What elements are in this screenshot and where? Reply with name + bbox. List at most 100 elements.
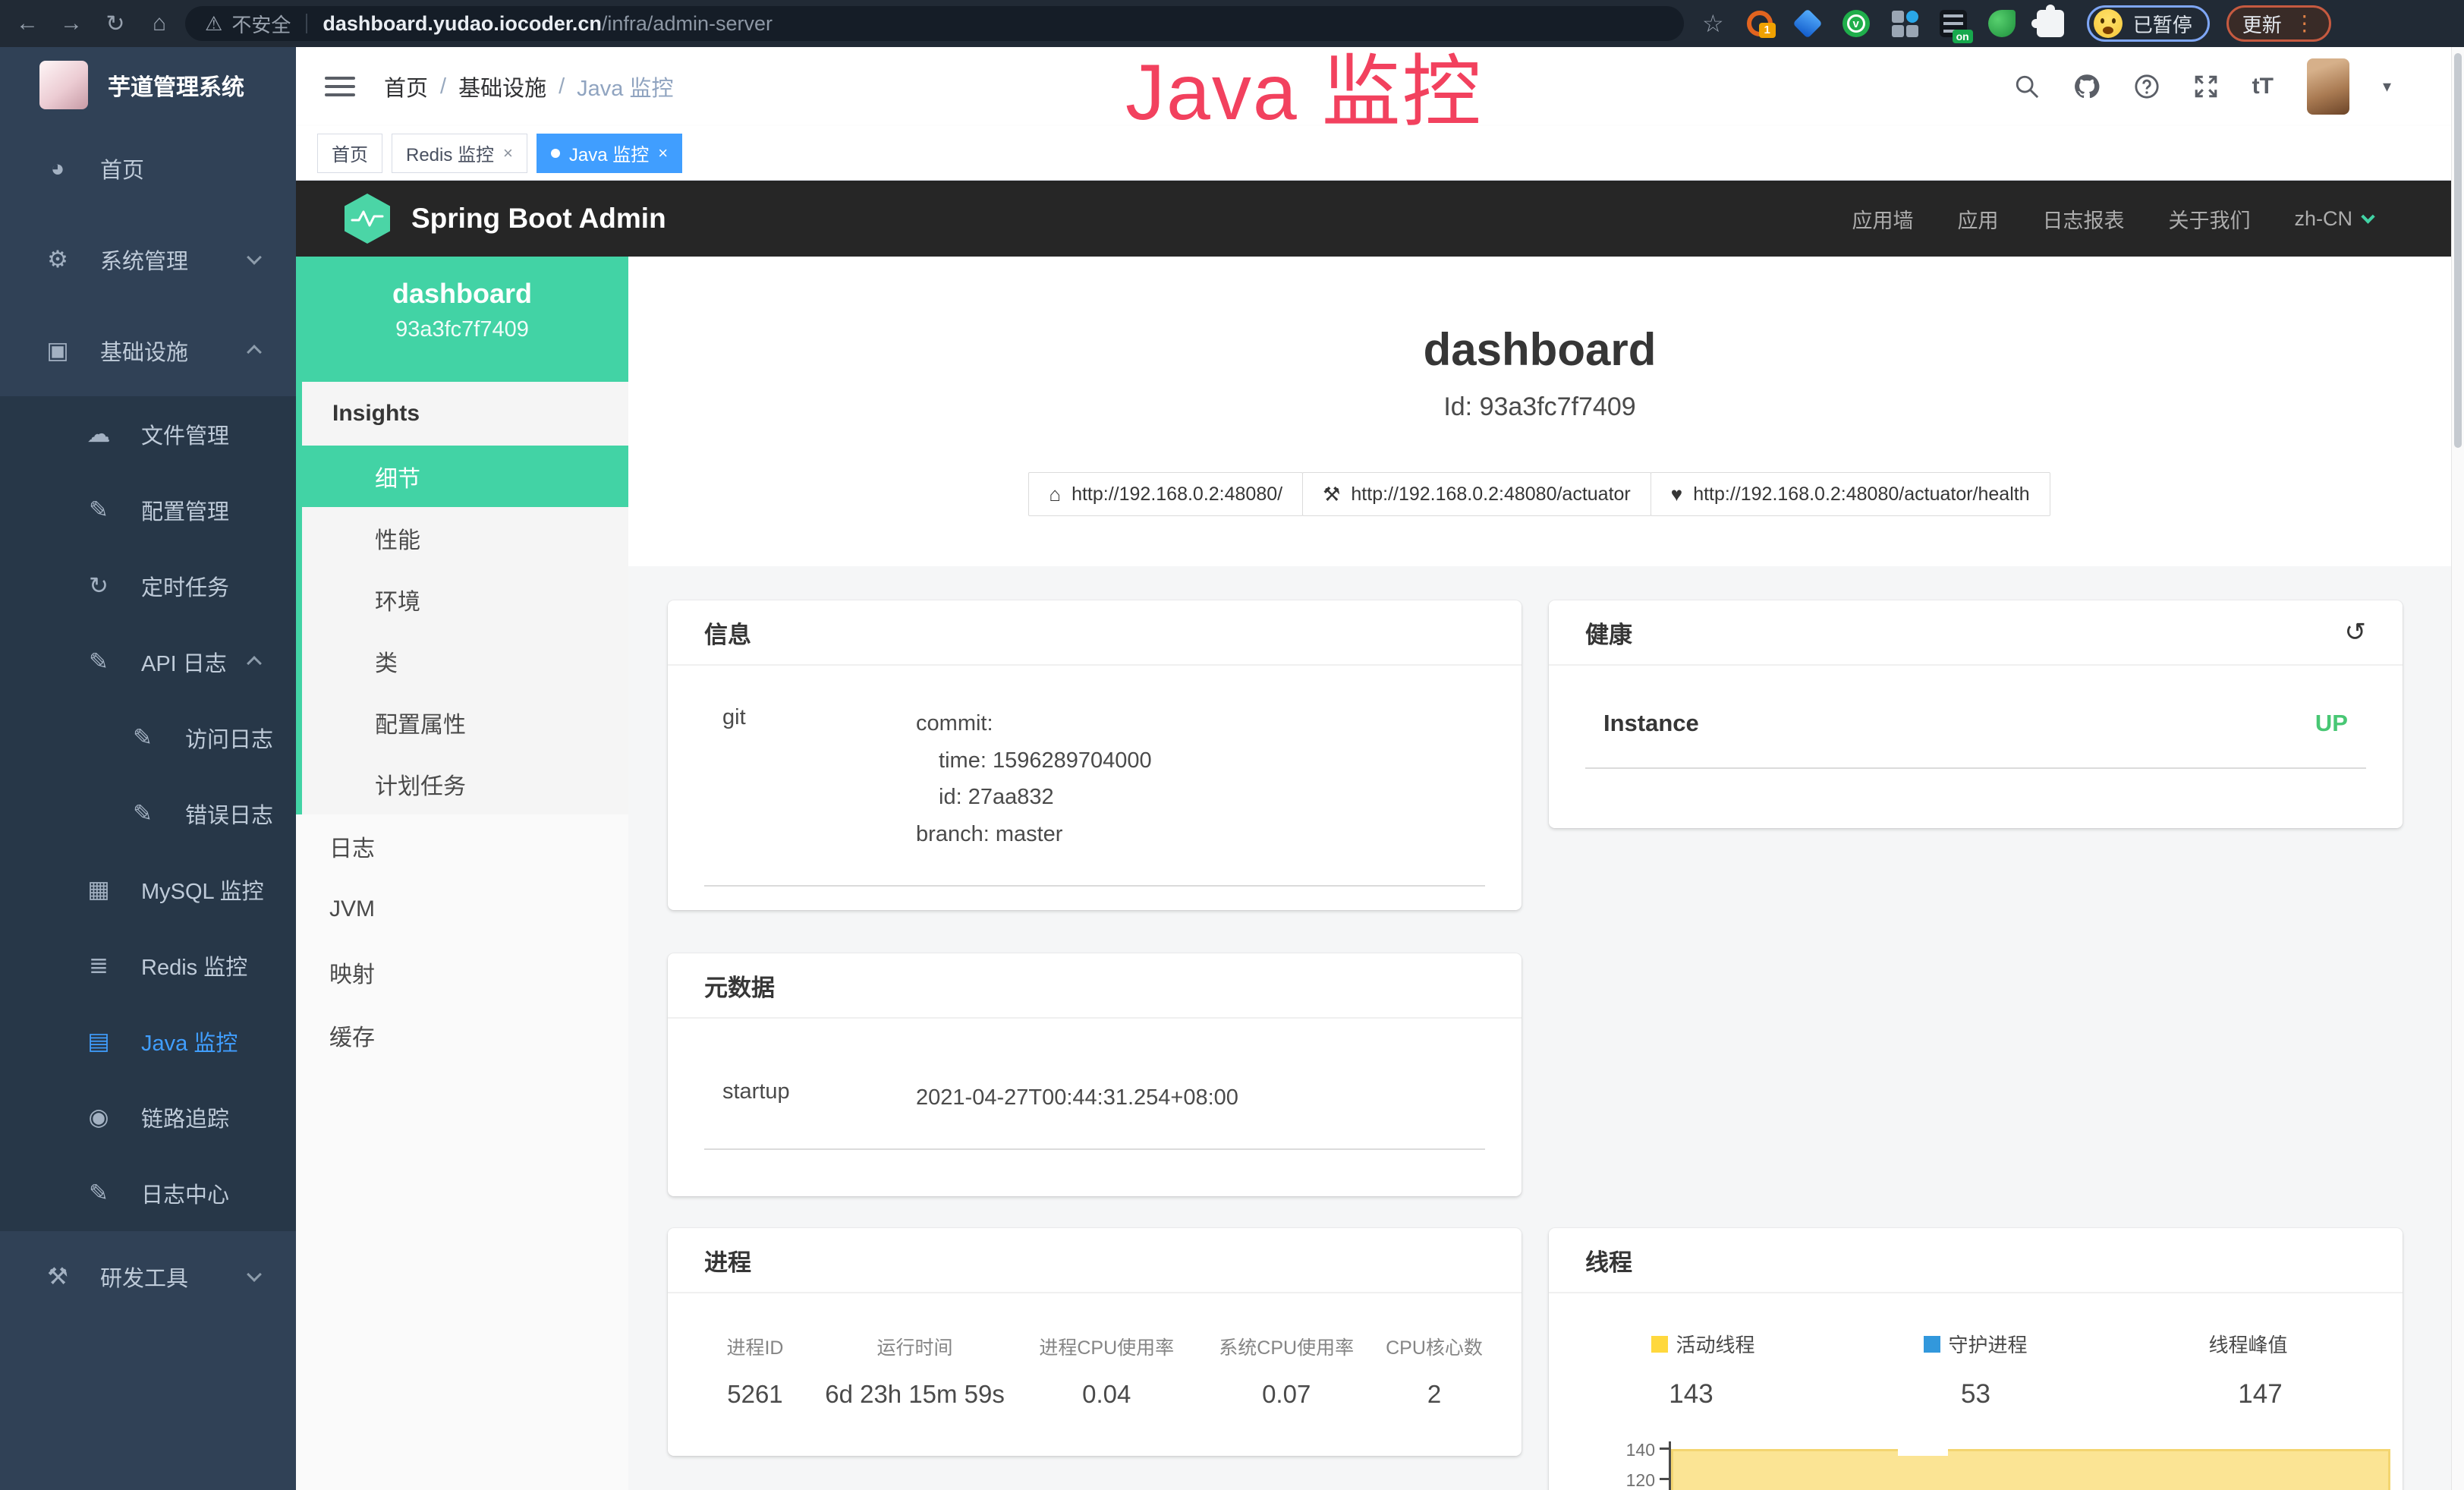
browser-menu-kebab-icon[interactable]: ⋮ [2294,13,2315,34]
sba-item-config-props[interactable]: 配置属性 [302,691,628,753]
sba-item-metrics[interactable]: 性能 [302,507,628,569]
page-scrollbar[interactable] [2451,47,2464,1490]
help-icon[interactable] [2134,74,2160,99]
extension-pin-icon[interactable] [1794,10,1821,37]
service-url-button[interactable]: ⌂ http://192.168.0.2:48080/ [1028,472,1303,516]
extension-colorzilla-icon[interactable]: 1 [1747,11,1773,36]
extension-green-icon[interactable]: v [1842,10,1870,37]
sidebar-logo-row[interactable]: 芋道管理系统 [0,47,296,123]
extension-leaf-icon[interactable] [1988,10,2016,37]
legend-swatch-blue [1924,1336,1940,1353]
profile-paused-label: 已暂停 [2133,10,2192,38]
val-uptime: 6d 23h 15m 59s [815,1380,1015,1409]
hamburger-icon[interactable] [325,71,355,102]
threads-legend: 活动线程 守护进程 线程峰值 [1549,1293,2403,1358]
sidebar-item-label: 文件管理 [141,418,229,450]
reload-icon[interactable]: ↻ [99,7,132,40]
chrome-update-button[interactable]: 更新 ⋮ [2226,5,2331,42]
sba-nav-wall[interactable]: 应用墙 [1852,204,1913,234]
sba-language-select[interactable]: zh-CN [2294,207,2373,231]
sidebar-item-access-log[interactable]: ✎ 访问日志 [0,700,296,776]
sidebar-item-home[interactable]: ◕ 首页 [0,123,296,214]
extensions-puzzle-icon[interactable] [2037,10,2064,37]
home-icon[interactable]: ⌂ [143,7,176,40]
actuator-url-button[interactable]: ⚒ http://192.168.0.2:48080/actuator [1302,472,1651,516]
metadata-key: startup [722,1079,916,1117]
health-url-button[interactable]: ♥ http://192.168.0.2:48080/actuator/heal… [1651,472,2050,516]
sidebar-item-system[interactable]: ⚙ 系统管理 [0,214,296,305]
sidebar-item-mysql[interactable]: ▦ MySQL 监控 [0,852,296,928]
sidebar-item-config[interactable]: ✎ 配置管理 [0,472,296,548]
not-secure-label[interactable]: 不安全 [231,10,291,38]
sba-item-jvm[interactable]: JVM [296,877,628,940]
sidebar-item-label: 基础设施 [100,335,188,367]
sidebar-item-label: Redis 监控 [141,950,247,981]
sba-brand-title[interactable]: Spring Boot Admin [411,203,666,235]
legend-label: 守护进程 [1948,1330,2027,1358]
tab-redis-monitor[interactable]: Redis 监控 × [392,134,527,173]
avatar-caret-icon[interactable]: ▾ [2383,77,2391,96]
sidebar-item-jobs[interactable]: ↻ 定时任务 [0,548,296,624]
sidebar-item-files[interactable]: ☁ 文件管理 [0,396,296,472]
sba-item-logs[interactable]: 日志 [296,814,628,877]
close-icon[interactable]: × [658,143,668,163]
breadcrumb-infra[interactable]: 基础设施 [458,71,546,102]
forward-icon[interactable]: → [55,7,88,40]
sba-nav-journal[interactable]: 日志报表 [2042,204,2124,234]
extension-grid-icon[interactable] [1891,10,1918,37]
legend-label: 线程峰值 [2208,1330,2287,1358]
sidebar-item-api-log[interactable]: ✎ API 日志 [0,624,296,700]
metadata-card-title: 元数据 [668,953,1522,1019]
threads-area-chart: 140 120 100 [1549,1437,2403,1490]
instance-links: ⌂ http://192.168.0.2:48080/ ⚒ http://192… [628,472,2451,516]
info-git-row: git commit: time: 1596289704000 id: 27aa… [704,705,1485,887]
sidebar-item-dev-tools[interactable]: ⚒ 研发工具 [0,1231,296,1322]
process-card-title: 进程 [668,1228,1522,1293]
edit-icon: ✎ [83,496,114,524]
sba-item-mappings[interactable]: 映射 [296,940,628,1003]
daemon-threads-value: 53 [1833,1379,2118,1410]
back-icon[interactable]: ← [11,7,44,40]
sba-insights-group: Insights 细节 性能 环境 类 配置属性 计划任务 [296,382,628,814]
user-avatar[interactable] [2307,58,2349,115]
github-icon[interactable] [2073,73,2101,100]
search-icon[interactable] [2014,74,2040,99]
history-icon[interactable]: ↺ [2345,617,2367,647]
browser-profile-button[interactable]: 已暂停 [2087,5,2210,42]
cards-grid: 信息 git commit: time: 1596289704000 id: 2… [628,566,2451,1490]
bookmark-star-icon[interactable]: ☆ [1702,9,1724,38]
monitor-icon: ▤ [83,1028,114,1055]
sba-item-details[interactable]: 细节 [296,446,628,507]
sidebar-item-infra[interactable]: ▣ 基础设施 [0,305,296,396]
extension-switch-icon[interactable]: on [1940,10,1967,37]
sidebar-item-log-center[interactable]: ✎ 日志中心 [0,1155,296,1231]
profile-emoji-avatar [2094,9,2123,38]
sba-nav-about[interactable]: 关于我们 [2168,204,2250,234]
sidebar-item-label: 研发工具 [100,1261,188,1293]
instance-title: dashboard [628,323,2451,376]
live-threads-area-series [1671,1449,2390,1490]
sidebar-item-error-log[interactable]: ✎ 错误日志 [0,776,296,852]
sidebar-item-label: MySQL 监控 [141,874,264,906]
sba-item-environment[interactable]: 环境 [302,569,628,630]
breadcrumb-current: Java 监控 [577,71,673,102]
sba-item-scheduled-tasks[interactable]: 计划任务 [302,753,628,814]
sidebar-item-tracing[interactable]: ◉ 链路追踪 [0,1079,296,1155]
edit-icon: ✎ [83,1180,114,1207]
sba-item-classes[interactable]: 类 [302,630,628,691]
scrollbar-thumb[interactable] [2454,53,2462,448]
fullscreen-icon[interactable] [2193,74,2219,99]
breadcrumb-home[interactable]: 首页 [384,71,428,102]
sba-item-caches[interactable]: 缓存 [296,1003,628,1066]
sidebar-item-java-monitor[interactable]: ▤ Java 监控 [0,1003,296,1079]
sidebar-item-redis[interactable]: ≣ Redis 监控 [0,928,296,1003]
git-commit-time: time: 1596289704000 [916,742,1152,780]
tab-home[interactable]: 首页 [317,134,382,173]
sba-instance-header[interactable]: dashboard 93a3fc7f7409 [296,257,628,382]
history-icon: ↻ [83,572,114,600]
sba-language-value: zh-CN [2294,207,2352,231]
close-icon[interactable]: × [503,143,513,163]
tab-java-monitor[interactable]: Java 监控 × [537,134,682,173]
font-size-icon[interactable]: tT [2252,74,2274,99]
sba-nav-applications[interactable]: 应用 [1957,204,1998,234]
